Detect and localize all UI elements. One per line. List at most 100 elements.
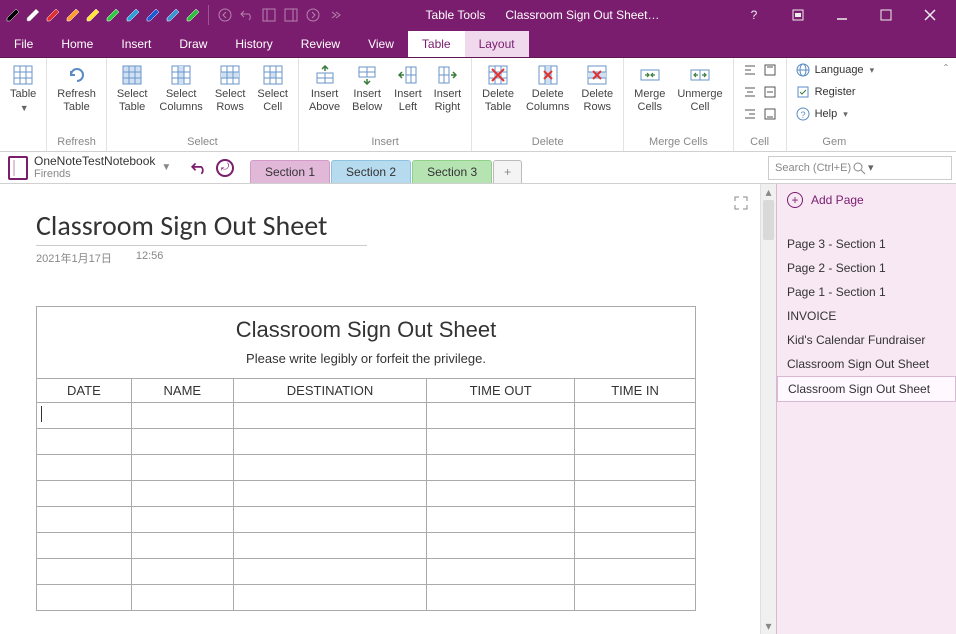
select-rows-button[interactable]: SelectRows: [209, 60, 252, 132]
align-bottom-icon: [762, 106, 778, 122]
forward-icon[interactable]: [303, 5, 323, 25]
header-timein[interactable]: TIME IN: [575, 379, 696, 403]
pen-red-icon[interactable]: [44, 6, 62, 24]
menu-review[interactable]: Review: [287, 31, 354, 57]
table-row[interactable]: [37, 403, 696, 429]
refresh-table-button[interactable]: RefreshTable: [51, 60, 102, 132]
page-list-item[interactable]: INVOICE: [777, 304, 956, 328]
add-section-button[interactable]: +: [493, 160, 522, 183]
register-button[interactable]: Register: [791, 82, 878, 102]
page-canvas[interactable]: Classroom Sign Out Sheet 2021年1月17日 12:5…: [0, 184, 760, 634]
back-icon[interactable]: [215, 5, 235, 25]
ribbon-display-icon[interactable]: [776, 0, 820, 30]
sync-status-icon[interactable]: ⤾: [216, 159, 234, 177]
layout2-icon[interactable]: [281, 5, 301, 25]
scroll-thumb[interactable]: [763, 200, 774, 240]
table-row[interactable]: [37, 533, 696, 559]
insert-below-button[interactable]: InsertBelow: [346, 60, 388, 132]
maximize-button[interactable]: [864, 0, 908, 30]
menu-file[interactable]: File: [0, 31, 47, 57]
merge-cells-button[interactable]: MergeCells: [628, 60, 671, 132]
language-button[interactable]: Language▾: [791, 60, 878, 80]
undo-icon[interactable]: [237, 5, 257, 25]
table-row[interactable]: [37, 455, 696, 481]
help-icon[interactable]: ?: [732, 0, 776, 30]
page-list-item-selected[interactable]: Classroom Sign Out Sheet: [777, 376, 956, 402]
page-list-item[interactable]: Page 1 - Section 1: [777, 280, 956, 304]
menu-history[interactable]: History: [221, 31, 286, 57]
table-row[interactable]: [37, 507, 696, 533]
scroll-down-icon[interactable]: ▾: [761, 618, 776, 634]
page-list-item[interactable]: Classroom Sign Out Sheet: [777, 352, 956, 376]
pen-yellow-icon[interactable]: [84, 6, 102, 24]
insert-left-button[interactable]: InsertLeft: [388, 60, 428, 132]
table-row[interactable]: [37, 429, 696, 455]
header-name[interactable]: NAME: [131, 379, 233, 403]
align-center-button[interactable]: [738, 82, 782, 102]
sync-undo-icon[interactable]: [188, 157, 210, 179]
minimize-button[interactable]: [820, 0, 864, 30]
header-date[interactable]: DATE: [37, 379, 132, 403]
notebook-name[interactable]: OneNoteTestNotebook: [34, 155, 155, 168]
table-row[interactable]: [37, 585, 696, 611]
select-table-button[interactable]: SelectTable: [111, 60, 154, 132]
section-tab-3[interactable]: Section 3: [412, 160, 492, 183]
pen-orange-icon[interactable]: [64, 6, 82, 24]
page-list-item[interactable]: Kid's Calendar Fundraiser: [777, 328, 956, 352]
section-tab-2[interactable]: Section 2: [331, 160, 411, 183]
layout1-icon[interactable]: [259, 5, 279, 25]
pen-blue-icon[interactable]: [144, 6, 162, 24]
align-top-icon: [762, 62, 778, 78]
align-left-button[interactable]: [738, 60, 782, 80]
menu-draw[interactable]: Draw: [165, 31, 221, 57]
insert-above-button[interactable]: InsertAbove: [303, 60, 346, 132]
collapse-ribbon-icon[interactable]: ˆ: [936, 58, 956, 151]
unmerge-cell-button[interactable]: UnmergeCell: [671, 60, 728, 132]
select-columns-button[interactable]: SelectColumns: [153, 60, 208, 132]
delete-table-button[interactable]: DeleteTable: [476, 60, 520, 132]
select-cell-button[interactable]: SelectCell: [251, 60, 294, 132]
menu-view[interactable]: View: [354, 31, 408, 57]
section-tab-1[interactable]: Section 1: [250, 160, 330, 183]
pen-lime-icon[interactable]: [184, 6, 202, 24]
page-title[interactable]: Classroom Sign Out Sheet: [36, 208, 327, 243]
signout-table[interactable]: Classroom Sign Out SheetPlease write leg…: [36, 306, 696, 611]
page-list-item[interactable]: Page 2 - Section 1: [777, 256, 956, 280]
pen-black-icon[interactable]: [4, 6, 22, 24]
page-list-item[interactable]: Page 3 - Section 1: [777, 232, 956, 256]
insert-right-button[interactable]: InsertRight: [428, 60, 468, 132]
add-page-button[interactable]: + Add Page: [777, 184, 956, 216]
delete-rows-button[interactable]: DeleteRows: [575, 60, 619, 132]
help-button[interactable]: ?Help▾: [791, 104, 878, 124]
page-time[interactable]: 12:56: [136, 250, 164, 266]
page-date[interactable]: 2021年1月17日: [36, 250, 112, 266]
close-button[interactable]: [908, 0, 952, 30]
header-destination[interactable]: DESTINATION: [233, 379, 426, 403]
table-row[interactable]: [37, 481, 696, 507]
scroll-up-icon[interactable]: ▴: [761, 184, 776, 200]
pen-white-icon[interactable]: [24, 6, 42, 24]
pen-cyan-icon[interactable]: [164, 6, 182, 24]
table-button[interactable]: Table ▼: [4, 60, 42, 132]
pen-lightblue-icon[interactable]: [124, 6, 142, 24]
header-timeout[interactable]: TIME OUT: [427, 379, 575, 403]
menu-table[interactable]: Table: [408, 31, 465, 57]
plus-icon: +: [787, 192, 803, 208]
align-right-button[interactable]: [738, 104, 782, 124]
expand-icon[interactable]: [734, 196, 748, 213]
align-left-icon: [742, 62, 758, 78]
search-dropdown-icon[interactable]: ▾: [868, 161, 945, 174]
notebook-dropdown-icon[interactable]: ▼: [161, 162, 171, 173]
more-icon[interactable]: [325, 5, 345, 25]
delete-columns-button[interactable]: DeleteColumns: [520, 60, 575, 132]
table-row[interactable]: [37, 559, 696, 585]
vertical-scrollbar[interactable]: ▴ ▾: [760, 184, 776, 634]
notebook-subtitle[interactable]: Firends: [34, 168, 155, 180]
notebook-icon[interactable]: [8, 156, 28, 180]
search-input[interactable]: Search (Ctrl+E) ▾: [768, 156, 952, 180]
menu-insert[interactable]: Insert: [107, 31, 165, 57]
pen-green-icon[interactable]: [104, 6, 122, 24]
cell-group-label: Cell: [734, 134, 786, 151]
menu-layout[interactable]: Layout: [465, 31, 529, 57]
menu-home[interactable]: Home: [47, 31, 107, 57]
